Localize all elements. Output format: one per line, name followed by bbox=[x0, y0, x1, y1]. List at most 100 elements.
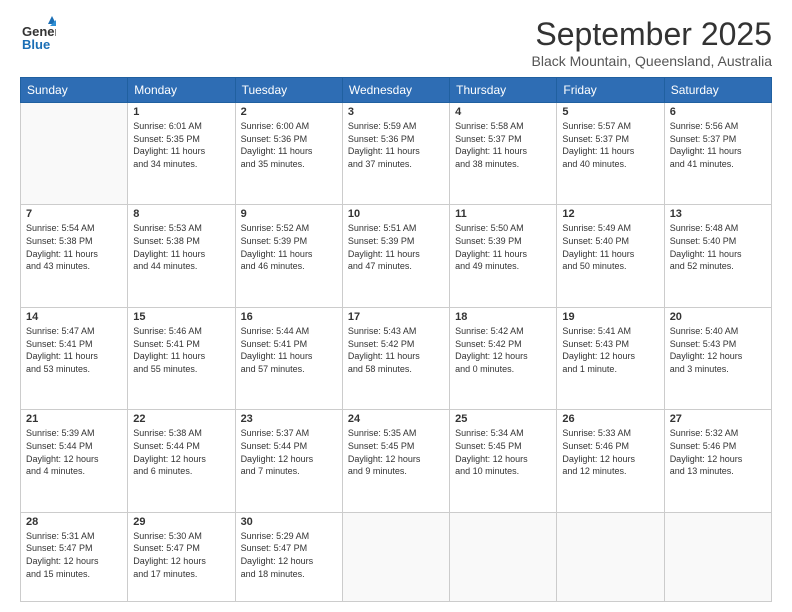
header-sunday: Sunday bbox=[21, 78, 128, 103]
cell-content: Sunrise: 5:44 AM Sunset: 5:41 PM Dayligh… bbox=[241, 325, 337, 375]
day-number: 12 bbox=[562, 208, 658, 220]
table-row bbox=[664, 512, 771, 601]
table-row: 9 Sunrise: 5:52 AM Sunset: 5:39 PM Daylig… bbox=[235, 205, 342, 307]
day-number: 18 bbox=[455, 311, 551, 323]
cell-content: Sunrise: 5:58 AM Sunset: 5:37 PM Dayligh… bbox=[455, 120, 551, 170]
calendar-table: Sunday Monday Tuesday Wednesday Thursday… bbox=[20, 77, 772, 602]
cell-content: Sunrise: 5:46 AM Sunset: 5:41 PM Dayligh… bbox=[133, 325, 229, 375]
day-number: 28 bbox=[26, 516, 122, 528]
cell-content: Sunrise: 5:39 AM Sunset: 5:44 PM Dayligh… bbox=[26, 427, 122, 477]
day-number: 3 bbox=[348, 106, 444, 118]
day-number: 20 bbox=[670, 311, 766, 323]
header-thursday: Thursday bbox=[450, 78, 557, 103]
cell-content: Sunrise: 5:47 AM Sunset: 5:41 PM Dayligh… bbox=[26, 325, 122, 375]
day-number: 7 bbox=[26, 208, 122, 220]
day-number: 24 bbox=[348, 413, 444, 425]
table-row: 23 Sunrise: 5:37 AM Sunset: 5:44 PM Dayli… bbox=[235, 410, 342, 512]
cell-content: Sunrise: 5:52 AM Sunset: 5:39 PM Dayligh… bbox=[241, 222, 337, 272]
table-row: 29 Sunrise: 5:30 AM Sunset: 5:47 PM Dayli… bbox=[128, 512, 235, 601]
svg-text:Blue: Blue bbox=[22, 37, 50, 52]
table-row: 15 Sunrise: 5:46 AM Sunset: 5:41 PM Dayli… bbox=[128, 307, 235, 409]
day-number: 16 bbox=[241, 311, 337, 323]
table-row: 27Sunrise: 5:32 AM Sunset: 5:46 PM Dayli… bbox=[664, 410, 771, 512]
table-row: 5 Sunrise: 5:57 AM Sunset: 5:37 PM Daylig… bbox=[557, 103, 664, 205]
day-number: 5 bbox=[562, 106, 658, 118]
day-number: 2 bbox=[241, 106, 337, 118]
day-number: 11 bbox=[455, 208, 551, 220]
cell-content: Sunrise: 6:00 AM Sunset: 5:36 PM Dayligh… bbox=[241, 120, 337, 170]
cell-content: Sunrise: 5:35 AM Sunset: 5:45 PM Dayligh… bbox=[348, 427, 444, 477]
table-row: 20 Sunrise: 5:40 AM Sunset: 5:43 PM Dayli… bbox=[664, 307, 771, 409]
day-number: 30 bbox=[241, 516, 337, 528]
cell-content: Sunrise: 5:29 AM Sunset: 5:47 PM Dayligh… bbox=[241, 530, 337, 580]
table-row: 30 Sunrise: 5:29 AM Sunset: 5:47 PM Dayli… bbox=[235, 512, 342, 601]
cell-content: Sunrise: 5:30 AM Sunset: 5:47 PM Dayligh… bbox=[133, 530, 229, 580]
day-number: 4 bbox=[455, 106, 551, 118]
day-number: 21 bbox=[26, 413, 122, 425]
table-row: 3 Sunrise: 5:59 AM Sunset: 5:36 PM Daylig… bbox=[342, 103, 449, 205]
table-row: 10 Sunrise: 5:51 AM Sunset: 5:39 PM Dayli… bbox=[342, 205, 449, 307]
day-number: 26 bbox=[562, 413, 658, 425]
table-row bbox=[450, 512, 557, 601]
logo: General Blue bbox=[20, 16, 60, 52]
table-row: 14Sunrise: 5:47 AM Sunset: 5:41 PM Dayli… bbox=[21, 307, 128, 409]
table-row: 25 Sunrise: 5:34 AM Sunset: 5:45 PM Dayli… bbox=[450, 410, 557, 512]
table-row: 7 Sunrise: 5:54 AM Sunset: 5:38 PM Daylig… bbox=[21, 205, 128, 307]
header-tuesday: Tuesday bbox=[235, 78, 342, 103]
month-title: September 2025 bbox=[532, 16, 772, 53]
day-number: 13 bbox=[670, 208, 766, 220]
table-row bbox=[557, 512, 664, 601]
table-row: 19 Sunrise: 5:41 AM Sunset: 5:43 PM Dayli… bbox=[557, 307, 664, 409]
table-row: 8 Sunrise: 5:53 AM Sunset: 5:38 PM Daylig… bbox=[128, 205, 235, 307]
cell-content: Sunrise: 5:57 AM Sunset: 5:37 PM Dayligh… bbox=[562, 120, 658, 170]
header-friday: Friday bbox=[557, 78, 664, 103]
table-row: 11Sunrise: 5:50 AM Sunset: 5:39 PM Dayli… bbox=[450, 205, 557, 307]
cell-content: Sunrise: 5:53 AM Sunset: 5:38 PM Dayligh… bbox=[133, 222, 229, 272]
logo-icon: General Blue bbox=[20, 16, 56, 52]
cell-content: Sunrise: 5:41 AM Sunset: 5:43 PM Dayligh… bbox=[562, 325, 658, 375]
table-row bbox=[342, 512, 449, 601]
table-row: 13 Sunrise: 5:48 AM Sunset: 5:40 PM Dayli… bbox=[664, 205, 771, 307]
table-row: 24 Sunrise: 5:35 AM Sunset: 5:45 PM Dayli… bbox=[342, 410, 449, 512]
page: General Blue September 2025 Black Mounta… bbox=[0, 0, 792, 612]
table-row: 1 Sunrise: 6:01 AM Sunset: 5:35 PM Daylig… bbox=[128, 103, 235, 205]
table-row: 6 Sunrise: 5:56 AM Sunset: 5:37 PM Daylig… bbox=[664, 103, 771, 205]
table-row: 17Sunrise: 5:43 AM Sunset: 5:42 PM Dayli… bbox=[342, 307, 449, 409]
title-block: September 2025 Black Mountain, Queenslan… bbox=[532, 16, 772, 69]
day-number: 29 bbox=[133, 516, 229, 528]
day-number: 19 bbox=[562, 311, 658, 323]
cell-content: Sunrise: 5:40 AM Sunset: 5:43 PM Dayligh… bbox=[670, 325, 766, 375]
cell-content: Sunrise: 5:32 AM Sunset: 5:46 PM Dayligh… bbox=[670, 427, 766, 477]
location: Black Mountain, Queensland, Australia bbox=[532, 53, 772, 69]
cell-content: Sunrise: 5:42 AM Sunset: 5:42 PM Dayligh… bbox=[455, 325, 551, 375]
cell-content: Sunrise: 5:37 AM Sunset: 5:44 PM Dayligh… bbox=[241, 427, 337, 477]
day-number: 22 bbox=[133, 413, 229, 425]
header: General Blue September 2025 Black Mounta… bbox=[20, 16, 772, 69]
header-row: Sunday Monday Tuesday Wednesday Thursday… bbox=[21, 78, 772, 103]
cell-content: Sunrise: 5:43 AM Sunset: 5:42 PM Dayligh… bbox=[348, 325, 444, 375]
cell-content: Sunrise: 5:49 AM Sunset: 5:40 PM Dayligh… bbox=[562, 222, 658, 272]
header-wednesday: Wednesday bbox=[342, 78, 449, 103]
table-row: 28Sunrise: 5:31 AM Sunset: 5:47 PM Dayli… bbox=[21, 512, 128, 601]
day-number: 1 bbox=[133, 106, 229, 118]
day-number: 8 bbox=[133, 208, 229, 220]
cell-content: Sunrise: 5:34 AM Sunset: 5:45 PM Dayligh… bbox=[455, 427, 551, 477]
table-row: 2 Sunrise: 6:00 AM Sunset: 5:36 PM Daylig… bbox=[235, 103, 342, 205]
table-row bbox=[21, 103, 128, 205]
day-number: 25 bbox=[455, 413, 551, 425]
cell-content: Sunrise: 5:48 AM Sunset: 5:40 PM Dayligh… bbox=[670, 222, 766, 272]
day-number: 23 bbox=[241, 413, 337, 425]
day-number: 9 bbox=[241, 208, 337, 220]
day-number: 15 bbox=[133, 311, 229, 323]
cell-content: Sunrise: 5:51 AM Sunset: 5:39 PM Dayligh… bbox=[348, 222, 444, 272]
cell-content: Sunrise: 5:59 AM Sunset: 5:36 PM Dayligh… bbox=[348, 120, 444, 170]
cell-content: Sunrise: 5:56 AM Sunset: 5:37 PM Dayligh… bbox=[670, 120, 766, 170]
cell-content: Sunrise: 5:38 AM Sunset: 5:44 PM Dayligh… bbox=[133, 427, 229, 477]
cell-content: Sunrise: 6:01 AM Sunset: 5:35 PM Dayligh… bbox=[133, 120, 229, 170]
cell-content: Sunrise: 5:54 AM Sunset: 5:38 PM Dayligh… bbox=[26, 222, 122, 272]
table-row: 21 Sunrise: 5:39 AM Sunset: 5:44 PM Dayli… bbox=[21, 410, 128, 512]
day-number: 10 bbox=[348, 208, 444, 220]
header-saturday: Saturday bbox=[664, 78, 771, 103]
table-row: 18 Sunrise: 5:42 AM Sunset: 5:42 PM Dayli… bbox=[450, 307, 557, 409]
day-number: 6 bbox=[670, 106, 766, 118]
